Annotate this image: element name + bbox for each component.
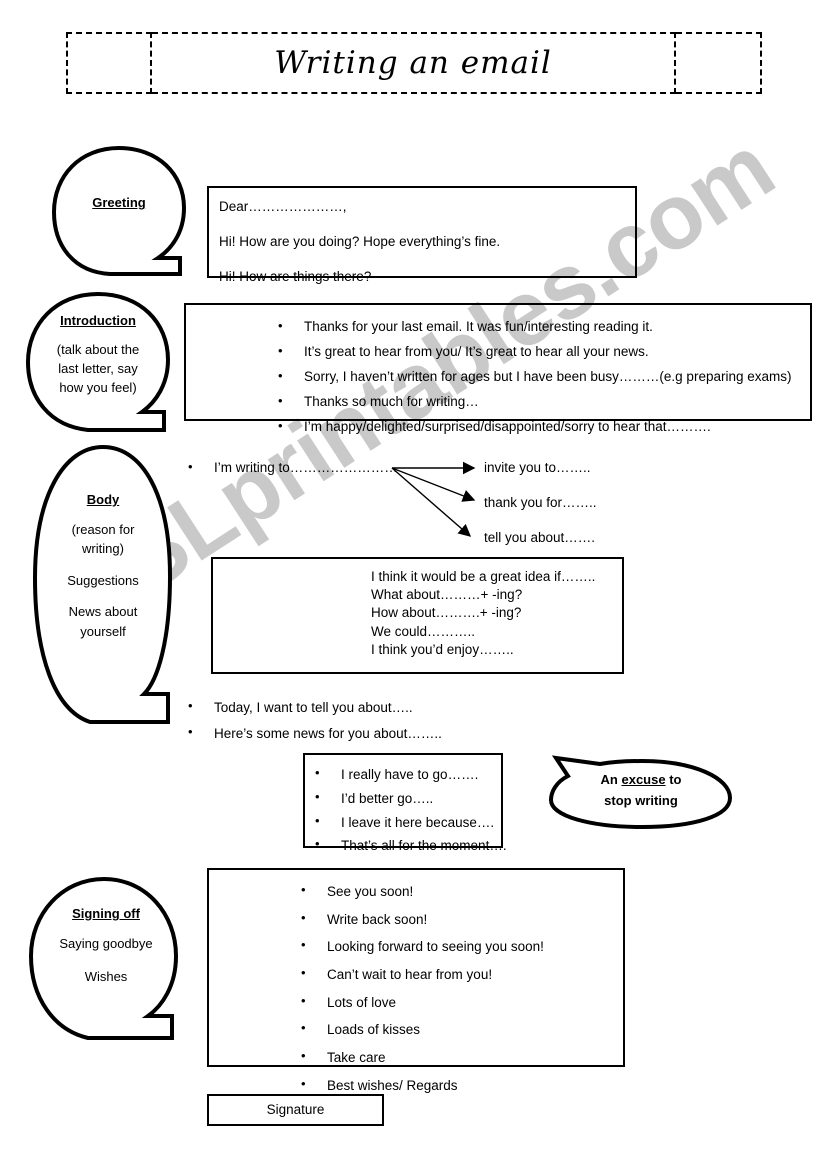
introduction-bubble: Introduction (talk about the last letter… (22, 291, 174, 432)
list-item: I’m writing to…………………… (188, 459, 398, 475)
title-cell-right (676, 32, 762, 94)
closing-bullet-list: I really have to go……. I’d better go….. … (305, 755, 507, 858)
introduction-box: Thanks for your last email. It was fun/i… (184, 303, 812, 438)
greeting-line-1: Dear…………………, (219, 199, 347, 214)
list-item: Can’t wait to hear from you! (301, 960, 623, 989)
suggestion-line-1: I think it would be a great idea if…….. (371, 569, 596, 584)
title-cell-center: Writing an email (152, 32, 676, 94)
news-bullet-list: Today, I want to tell you about….. Here’… (188, 694, 442, 747)
suggestions-box: I think it would be a great idea if…….. … (211, 557, 624, 674)
closing-phrases-box: I really have to go……. I’d better go….. … (303, 753, 507, 856)
signature-box: Signature (207, 1094, 384, 1126)
arrow-target-1: invite you to…….. (484, 460, 591, 475)
signing-off-bullet-list: See you soon! Write back soon! Looking f… (209, 870, 623, 1099)
list-item: Write back soon! (301, 905, 623, 934)
excuse-bubble-line-1: An excuse to (548, 770, 734, 791)
suggestion-line-3: How about……….+ -ing? (371, 605, 522, 621)
page-title: Writing an email (274, 45, 552, 81)
introduction-bubble-line-3: how you feel) (59, 379, 137, 395)
excuse-keyword: excuse (621, 772, 666, 787)
excuse-bubble: An excuse to stop writing (548, 748, 734, 830)
arrow-target-2: thank you for…….. (484, 495, 597, 510)
signature-label: Signature (266, 1101, 325, 1117)
signing-off-bubble-line-1: Saying goodbye (59, 935, 153, 951)
list-item: That’s all for the moment…. (315, 833, 507, 858)
introduction-bubble-line-2: last letter, say (58, 360, 138, 376)
body-bubble: Body (reason for writing) Suggestions Ne… (30, 444, 176, 726)
arrow-to-tell (391, 467, 472, 537)
greeting-line-2: Hi! How are you doing? Hope everything’s… (219, 234, 501, 250)
arrow-to-thank (391, 467, 476, 502)
list-item: I leave it here because…. (315, 810, 501, 835)
greeting-bubble-label: Greeting (48, 194, 190, 223)
signing-off-bubble: Signing off Saying goodbye Wishes (26, 876, 186, 1040)
list-item: Lots of love (301, 988, 623, 1017)
writing-to-list: I’m writing to…………………… (188, 459, 398, 475)
introduction-bubble-label: Introduction (talk about the last letter… (22, 312, 174, 397)
body-bubble-line-5: yourself (80, 623, 126, 639)
greeting-bubble: Greeting (48, 145, 190, 276)
signing-off-bubble-title: Signing off (72, 906, 140, 921)
body-bubble-line-4: News about (68, 604, 138, 619)
greeting-box: Dear…………………, Hi! How are you doing? Hope… (207, 186, 637, 284)
body-bubble-line-1: (reason for (71, 521, 135, 537)
list-item: See you soon! (301, 877, 623, 906)
list-item: Loads of kisses (301, 1015, 623, 1044)
body-bubble-line-2: writing) (82, 541, 124, 556)
excuse-prefix: An (600, 772, 622, 787)
arrow-target-3: tell you about……. (484, 530, 596, 545)
suggestion-line-2: What about………+ -ing? (371, 587, 523, 603)
list-item: Sorry, I haven’t written for ages but I … (278, 364, 810, 390)
excuse-suffix: to (665, 772, 682, 787)
title-cell-left (66, 32, 152, 94)
greeting-bubble-title: Greeting (92, 195, 146, 210)
list-item: Here’s some news for you about…….. (188, 720, 442, 747)
signing-off-bubble-label: Signing off Saying goodbye Wishes (26, 904, 186, 987)
greeting-line-3: Hi! How are things there? (219, 269, 372, 285)
body-bubble-title: Body (86, 492, 120, 507)
excuse-bubble-line-2: stop writing (604, 792, 678, 808)
list-item: Thanks for your last email. It was fun/i… (278, 314, 810, 340)
excuse-bubble-label: An excuse to stop writing (548, 770, 734, 812)
list-item: I really have to go……. (315, 762, 501, 787)
suggestion-line-5: I think you’d enjoy…….. (371, 641, 514, 657)
body-bubble-label: Body (reason for writing) Suggestions Ne… (30, 490, 176, 641)
introduction-bullet-list: Thanks for your last email. It was fun/i… (186, 305, 810, 440)
list-item: Take care (301, 1043, 623, 1072)
list-item: Looking forward to seeing you soon! (301, 932, 623, 961)
list-item: Thanks so much for writing… (278, 389, 810, 415)
signing-off-box: See you soon! Write back soon! Looking f… (207, 868, 625, 1097)
introduction-bubble-title: Introduction (60, 313, 136, 328)
worksheet-page: ESLprintables.com Writing an email Greet… (0, 0, 826, 1169)
title-header: Writing an email (66, 32, 762, 94)
list-item: I’m happy/delighted/surprised/disappoint… (278, 414, 810, 440)
list-item: I’d better go….. (315, 786, 501, 811)
list-item: Today, I want to tell you about….. (188, 694, 442, 721)
signing-off-bubble-line-2: Wishes (84, 969, 128, 984)
list-item: It’s great to hear from you/ It’s great … (278, 339, 810, 365)
suggestion-line-4: We could……….. (371, 623, 476, 639)
introduction-bubble-line-1: (talk about the (56, 341, 140, 357)
body-bubble-line-3: Suggestions (67, 572, 139, 588)
